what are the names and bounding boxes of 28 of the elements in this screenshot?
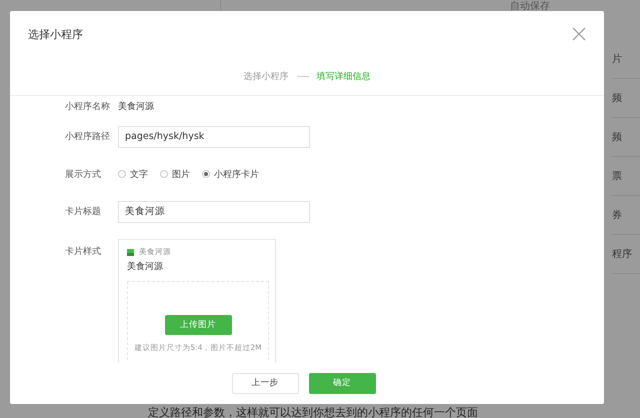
sidebar-item[interactable]: 券: [612, 196, 640, 235]
sidebar-item[interactable]: 频: [612, 79, 640, 118]
close-icon[interactable]: [572, 27, 586, 41]
input-field[interactable]: 美食河源: [118, 200, 310, 222]
radio-option[interactable]: 文字: [118, 168, 148, 180]
field-label: 展示方式: [65, 168, 102, 180]
upload-button[interactable]: 上传图片: [164, 315, 232, 335]
app-icon: [127, 248, 134, 256]
card-title: 美食河源: [127, 260, 164, 273]
sidebar-item[interactable]: 片: [612, 40, 640, 79]
field-label: 小程序名称: [65, 100, 111, 112]
body-text: 定义路径和参数，这样就可以达到你想去到的小程序的任何一个页面: [148, 405, 478, 418]
confirm-button[interactable]: 确定: [308, 372, 376, 394]
sidebar-item[interactable]: 程序: [612, 235, 640, 274]
field-label: 小程序路径: [65, 130, 111, 143]
field-label: 卡片样式: [65, 246, 102, 258]
autosave-status: 自动保存: [510, 0, 550, 13]
step-label: 填写详细信息: [316, 70, 370, 82]
sidebar-item[interactable]: 频: [612, 118, 640, 157]
sidebar-item[interactable]: 票: [612, 157, 640, 196]
dialog-title: 选择小程序: [28, 26, 83, 42]
radio-option[interactable]: 小程序卡片: [202, 168, 259, 180]
back-button[interactable]: 上一步: [232, 372, 298, 394]
field-value: 美食河源: [118, 100, 154, 112]
field-label: 卡片标题: [65, 206, 102, 218]
input-field[interactable]: pages/hysk/hysk: [118, 126, 310, 148]
radio-option[interactable]: 图片: [160, 168, 190, 180]
step-label: 选择小程序: [244, 70, 288, 82]
